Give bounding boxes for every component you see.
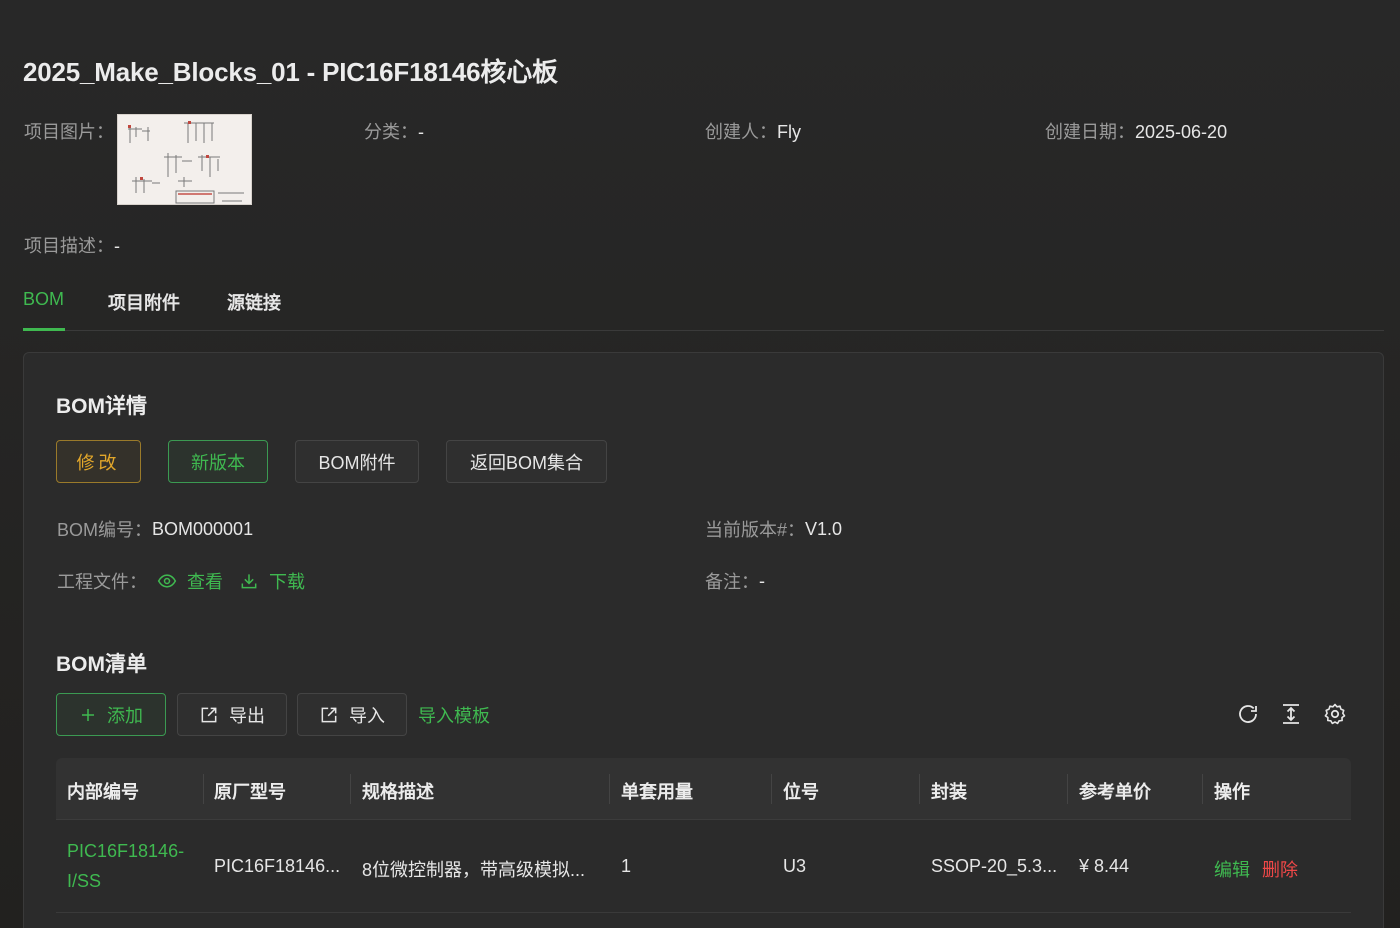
edit-row-link[interactable]: 编辑 [1214,860,1250,880]
column-divider [203,774,204,804]
creator-value: Fly [777,122,801,142]
mfr-part-cell: PIC16F18146... [214,856,341,876]
bom-detail-title: BOM详情 [56,395,147,418]
column-header-mfr-part[interactable]: 原厂型号 [214,778,286,804]
package-cell: SSOP-20_5.3... [931,856,1058,876]
eye-icon [157,574,177,588]
column-header-designator[interactable]: 位号 [783,778,819,804]
export-label: 导出 [229,705,265,726]
settings-icon[interactable] [1323,702,1347,726]
qty-cell: 1 [621,856,632,876]
export-button[interactable]: 导出 [177,693,287,736]
created-date-value: 2025-06-20 [1135,122,1228,142]
category-value: - [418,122,424,142]
import-template-link[interactable]: 导入模板 [418,702,490,728]
tab-source-links[interactable]: 源链接 [227,289,281,315]
column-divider [350,774,351,804]
created-date-field: 创建日期：2025-06-20 [1045,118,1227,144]
spec-cell: 8位微控制器，带高级模拟... [362,860,586,880]
new-version-button[interactable]: 新版本 [168,440,268,483]
project-image-field: 项目图片： [24,118,114,144]
import-label: 导入 [349,705,385,726]
bom-number-label: BOM编号： [57,520,153,540]
created-date-label: 创建日期： [1045,122,1135,142]
project-image-label: 项目图片： [24,122,114,142]
download-file-link[interactable]: 下载 [239,568,305,594]
actions-cell: 编辑 删除 [1214,856,1298,882]
column-divider [609,774,610,804]
bom-attachment-button[interactable]: BOM附件 [295,440,419,483]
column-header-actions: 操作 [1214,782,1250,802]
creator-label: 创建人： [705,122,777,142]
current-version-label: 当前版本#： [705,520,806,540]
view-file-link[interactable]: 查看 [157,568,223,594]
project-file-label: 工程文件： [57,572,147,592]
column-header-spec[interactable]: 规格描述 [362,778,434,804]
project-image-thumbnail[interactable] [117,114,252,205]
bom-number-field: BOM编号： BOM000001 [57,516,253,542]
column-divider [1067,774,1068,804]
add-item-label: 添加 [107,705,143,726]
current-version-field: 当前版本#： V1.0 [705,516,842,542]
edit-bom-button[interactable]: 修改 [56,440,141,483]
category-field: 分类：- [364,118,424,144]
view-file-label: 查看 [187,572,223,592]
page-title: 2025_Make_Blocks_01 - PIC16F18146核心板 [23,57,558,87]
column-height-icon[interactable] [1279,702,1303,726]
tab-bar: BOM 项目附件 源链接 [23,280,1384,331]
note-value: - [759,570,765,591]
column-header-internal-no[interactable]: 内部编号 [67,778,139,804]
tab-bom[interactable]: BOM [23,289,64,310]
column-divider [919,774,920,804]
bom-list-title: BOM清单 [56,653,147,676]
category-label: 分类： [364,122,418,142]
note-field: 备注： - [705,568,765,594]
back-to-bom-collection-button[interactable]: 返回BOM集合 [446,440,607,483]
refresh-icon[interactable] [1236,702,1260,726]
export-icon [201,707,217,722]
internal-no-link[interactable]: PIC16F18146-I/SS [67,836,192,896]
column-header-price[interactable]: 参考单价 [1079,778,1151,804]
bom-number-value: BOM000001 [152,518,254,539]
bom-table: 内部编号 原厂型号 规格描述 单套用量 位号 封装 参考单价 操作 PIC16F… [56,758,1351,913]
plus-icon [82,708,94,721]
tab-project-attachments[interactable]: 项目附件 [108,289,180,315]
project-description-value: - [114,236,120,256]
add-item-button[interactable]: 添加 [56,693,166,736]
column-divider [771,774,772,804]
delete-row-link[interactable]: 删除 [1262,860,1298,880]
download-file-label: 下载 [269,572,305,592]
column-divider [1202,774,1203,804]
import-button[interactable]: 导入 [297,693,407,736]
note-label: 备注： [705,572,759,592]
project-description-label: 项目描述： [24,236,114,256]
active-tab-indicator [23,328,65,331]
project-description-field: 项目描述：- [24,232,120,258]
column-header-package[interactable]: 封装 [931,778,967,804]
creator-field: 创建人：Fly [705,118,801,144]
schematic-preview-icon [128,121,244,204]
download-icon [241,574,257,589]
project-file-field: 工程文件： 查看 下载 [57,568,305,594]
table-row: PIC16F18146-I/SS PIC16F18146... 8位微控制器，带… [56,820,1351,913]
current-version-value: V1.0 [805,518,843,539]
table-header: 内部编号 原厂型号 规格描述 单套用量 位号 封装 参考单价 操作 [56,758,1351,820]
designator-cell: U3 [783,856,807,876]
column-header-qty[interactable]: 单套用量 [621,778,693,804]
import-icon [321,707,337,722]
price-cell: ¥ 8.44 [1079,856,1130,876]
